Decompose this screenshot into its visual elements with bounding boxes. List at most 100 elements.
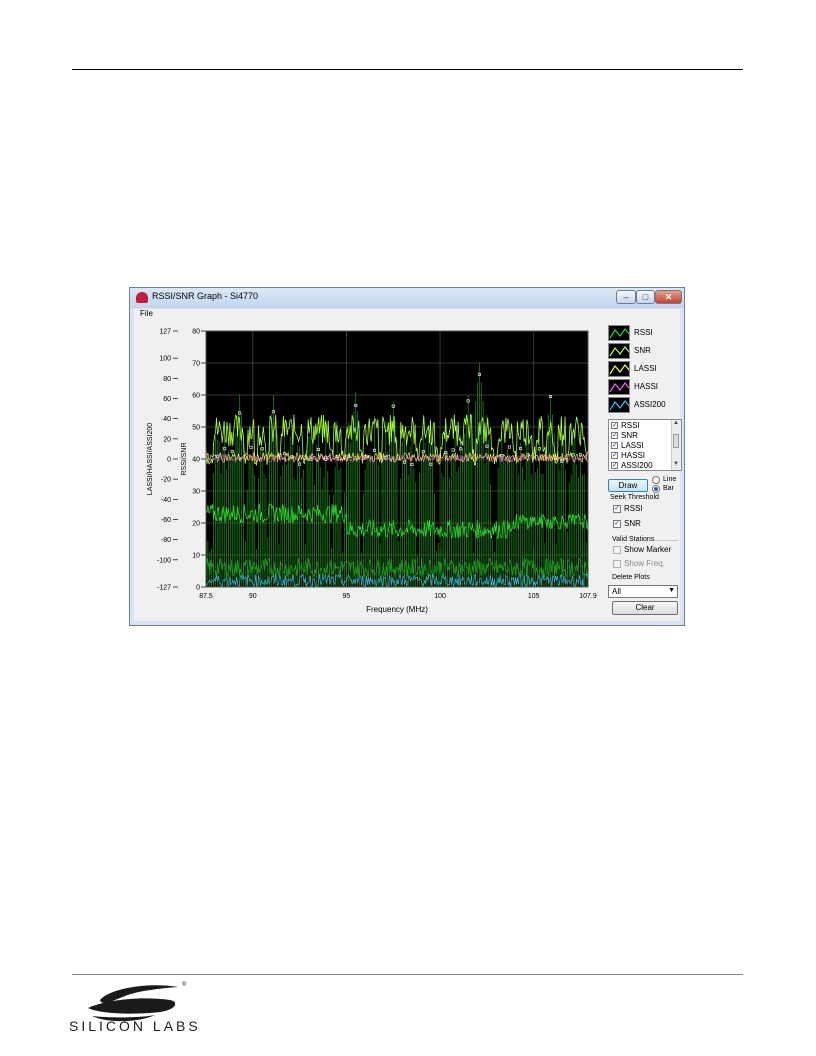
legend-swatch-icon: [608, 379, 630, 395]
legend-item: ASSI200: [608, 397, 680, 413]
seek-rssi-label: RSSI: [624, 504, 643, 513]
legend-swatch-icon: [608, 325, 630, 341]
y-tick-label-rssi: 80: [192, 329, 200, 336]
y-tick-label-assi: 60: [163, 396, 171, 403]
x-axis-label: Frequency (MHz): [366, 605, 428, 614]
dropdown-arrow-icon[interactable]: ▼: [668, 587, 675, 594]
plot-checkbox[interactable]: ✓: [611, 452, 618, 459]
legend-item: SNR: [608, 343, 680, 359]
minimize-button[interactable]: –: [616, 290, 636, 304]
legend-swatch-icon: [608, 343, 630, 359]
x-tick-label: 100: [434, 593, 446, 600]
control-panel: RSSI SNR LASSI HASSI ASSI200 ✓ RSSI ✓ SNR ✓ LASSI…: [606, 321, 682, 621]
line-radio[interactable]: [652, 476, 660, 484]
legend-swatch-icon: [608, 361, 630, 377]
legend-label: RSSI: [634, 328, 653, 337]
menu-bar: File: [134, 309, 680, 321]
legend-swatch-icon: [608, 397, 630, 413]
y-tick-label-assi: 0: [167, 457, 171, 464]
plot-checkbox[interactable]: ✓: [611, 422, 618, 429]
plot-list-item[interactable]: ✓ HASSI: [611, 451, 671, 461]
seek-rssi-checkbox[interactable]: ✓: [613, 505, 621, 513]
y-tick-label-rssi: 60: [192, 393, 200, 400]
plot-checkbox[interactable]: ✓: [611, 442, 618, 449]
seek-threshold-label: Seek Threshold: [610, 494, 659, 501]
y-tick-label-assi: 80: [163, 376, 171, 383]
y-tick-label-rssi: 10: [192, 553, 200, 560]
y-axis-label-assi: LASSI/HASSI/ASSI200: [147, 423, 154, 495]
show-marker-label: Show Marker: [624, 545, 672, 554]
x-tick-label: 87.5: [199, 593, 213, 600]
plot-list-label: ASSI200: [621, 461, 653, 470]
y-tick-label-assi: -60: [161, 517, 171, 524]
y-tick-label-rssi: 50: [192, 425, 200, 432]
plot-list-label: LASSI: [621, 441, 644, 450]
title-bar[interactable]: RSSI/SNR Graph - Si4770 – □ ✕: [130, 288, 684, 308]
x-tick-label: 95: [343, 593, 351, 600]
y-axis-label-rssi: RSSI/SNR: [181, 442, 188, 475]
scroll-thumb[interactable]: [673, 434, 679, 448]
header-rule: [72, 69, 743, 70]
show-freq-label: Show Freq.: [624, 559, 665, 568]
silicon-labs-wordmark: SILICON LABS: [69, 1018, 201, 1034]
footer-rule: [72, 974, 743, 975]
window-title: RSSI/SNR Graph - Si4770: [152, 291, 259, 301]
y-tick-label-rssi: 70: [192, 361, 200, 368]
y-tick-label-assi: 40: [163, 416, 171, 423]
draw-button[interactable]: Draw: [608, 479, 648, 492]
y-tick-label-assi: 20: [163, 436, 171, 443]
app-icon: [136, 292, 148, 303]
valid-stations-divider: [654, 540, 678, 541]
plot-list-item[interactable]: ✓ RSSI: [611, 421, 671, 431]
svg-text:®: ®: [182, 981, 187, 988]
rssi-snr-chart[interactable]: 127100806040200-20-40-60-80-100-127 8070…: [134, 321, 606, 621]
client-area: 127 100 80 60 40 20 0 -20 -40 -60 -80 -100 -127 80 70…: [134, 321, 682, 621]
clear-button[interactable]: Clear: [612, 601, 678, 615]
show-marker-checkbox[interactable]: [613, 546, 621, 554]
legend-label: LASSI: [634, 364, 657, 373]
plot-checklist[interactable]: ✓ RSSI ✓ SNR ✓ LASSI ✓ HASSI ✓ ASSI200 ▲ ▼: [608, 419, 682, 471]
scroll-down-icon[interactable]: ▼: [673, 461, 679, 467]
y-tick-label-rssi: 40: [192, 457, 200, 464]
y-tick-label-rssi: 0: [196, 585, 200, 592]
menu-file[interactable]: File: [140, 309, 153, 318]
y-tick-label-assi: -40: [161, 497, 171, 504]
delete-plots-value: All: [612, 587, 621, 596]
legend-label: ASSI200: [634, 400, 666, 409]
y-tick-label-assi: -100: [157, 557, 171, 564]
plot-checkbox[interactable]: ✓: [611, 462, 618, 469]
plot-list-label: RSSI: [621, 421, 640, 430]
plot-list-label: HASSI: [621, 451, 646, 460]
x-tick-label: 90: [249, 593, 257, 600]
x-tick-label: 107.9: [579, 593, 597, 600]
seek-snr-label: SNR: [624, 519, 641, 528]
seek-snr-checkbox[interactable]: ✓: [613, 520, 621, 528]
legend-label: HASSI: [634, 382, 659, 391]
delete-plots-label: Delete Plots: [612, 574, 650, 581]
scroll-up-icon[interactable]: ▲: [673, 420, 679, 426]
bar-radio[interactable]: [652, 485, 660, 493]
y-tick-label-rssi: 30: [192, 489, 200, 496]
y-tick-label-rssi: 20: [192, 521, 200, 528]
maximize-button[interactable]: □: [636, 290, 655, 304]
plot-list-item[interactable]: ✓ ASSI200: [611, 461, 671, 470]
show-freq-checkbox[interactable]: [613, 560, 621, 568]
y-tick-label-assi: -127: [157, 585, 171, 592]
y-tick-label-assi: 127: [159, 329, 171, 336]
list-scrollbar[interactable]: ▲ ▼: [671, 420, 681, 470]
line-radio-label: Line: [663, 476, 677, 483]
plot-list-label: SNR: [621, 431, 638, 440]
y-tick-label-assi: -20: [161, 477, 171, 484]
close-button[interactable]: ✕: [655, 290, 682, 304]
plot-checkbox[interactable]: ✓: [611, 432, 618, 439]
x-tick-label: 105: [528, 593, 540, 600]
plot-list-item[interactable]: ✓ SNR: [611, 431, 671, 441]
y-tick-label-assi: 100: [159, 356, 171, 363]
legend-label: SNR: [634, 346, 651, 355]
plot-list-item[interactable]: ✓ LASSI: [611, 441, 671, 451]
bar-radio-label: Bar: [663, 485, 674, 492]
valid-stations-label: Valid Stations: [612, 536, 655, 543]
y-tick-label-assi: -80: [161, 537, 171, 544]
delete-plots-select[interactable]: All ▼: [608, 585, 678, 598]
rssi-snr-graph-window: RSSI/SNR Graph - Si4770 – □ ✕ File 127 10…: [129, 287, 685, 626]
